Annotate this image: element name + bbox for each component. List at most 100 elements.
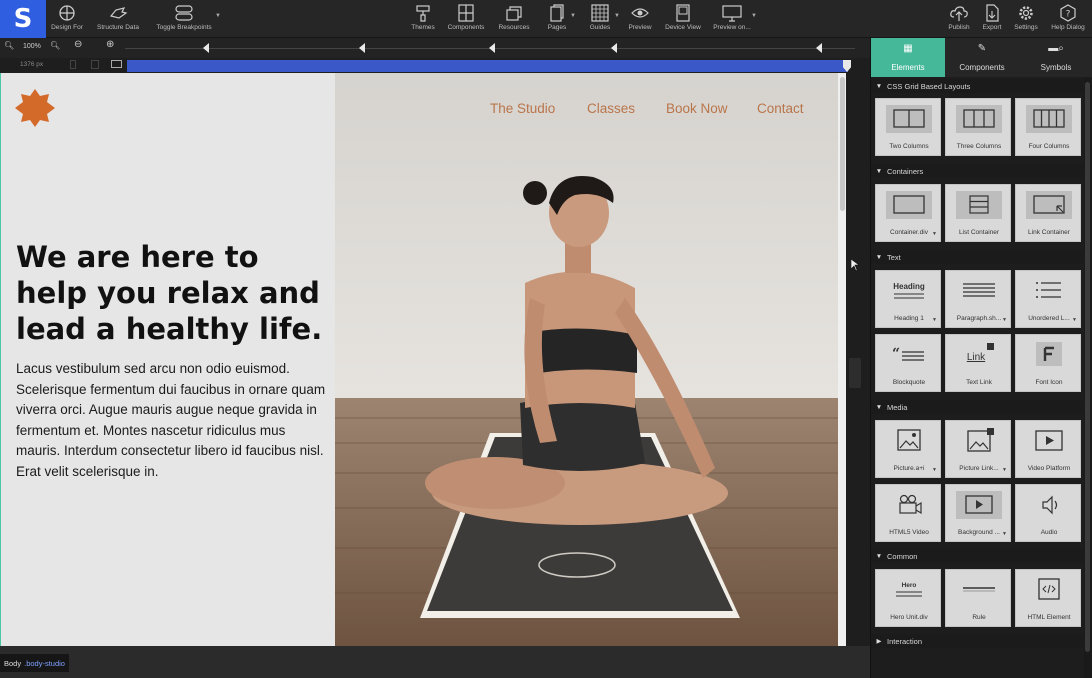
element-picture-link[interactable]: Picture Link... ▼: [945, 420, 1011, 478]
two-columns-icon: [884, 104, 934, 134]
hero-left-column[interactable]: We are here to help you relax and lead a…: [1, 73, 335, 646]
element-link-container[interactable]: Link Container: [1015, 184, 1081, 242]
breakpoint-marker[interactable]: [816, 43, 822, 53]
toggle-icon: [172, 2, 196, 24]
element-unordered-list[interactable]: Unordered L... ▼: [1015, 270, 1081, 328]
nav-link-the-studio[interactable]: The Studio: [490, 101, 555, 116]
collapse-arrow-icon: ▼: [875, 403, 883, 411]
breakpoint-marker[interactable]: [611, 43, 617, 53]
video-camera-icon: [884, 490, 934, 520]
guides-button[interactable]: Guides: [586, 2, 614, 36]
section-interaction[interactable]: ▶ Interaction: [871, 634, 1083, 648]
preview-on-button[interactable]: Preview on...: [710, 2, 754, 36]
help-dialog-button[interactable]: ? Help Dialog: [1048, 2, 1088, 36]
breakpoint-marker[interactable]: [203, 43, 209, 53]
speaker-icon: [1024, 490, 1074, 520]
element-font-icon[interactable]: Font Icon: [1015, 334, 1081, 392]
zoom-magnify-icon[interactable]: 🔍︎: [4, 41, 14, 50]
cloud-upload-icon: [947, 2, 971, 24]
nav-link-book-now[interactable]: Book Now: [666, 101, 728, 116]
element-hero-unit[interactable]: Hero Hero Unit.div: [875, 569, 941, 627]
code-icon: [1024, 575, 1074, 605]
section-containers[interactable]: ▼ Containers: [871, 164, 1083, 178]
hero-image[interactable]: The Studio Classes Book Now Contact: [335, 73, 838, 646]
list-container-icon: [954, 190, 1004, 220]
section-css-grid[interactable]: ▼ CSS Grid Based Layouts: [871, 79, 1083, 93]
tile-dropdown-icon[interactable]: ▼: [932, 317, 937, 323]
collapse-arrow-icon: ▼: [875, 167, 883, 175]
zoom-level: 100%: [23, 43, 41, 50]
element-video-platform[interactable]: Video Platform: [1015, 420, 1081, 478]
tab-elements[interactable]: ▦ Elements: [871, 38, 945, 77]
brand-logo-icon[interactable]: [15, 89, 55, 127]
element-container-div[interactable]: Container.div ▼: [875, 184, 941, 242]
breakpoint-marker[interactable]: [489, 43, 495, 53]
hero-heading[interactable]: We are here to help you relax and lead a…: [16, 239, 328, 347]
section-text[interactable]: ▼ Text: [871, 250, 1083, 264]
resources-button[interactable]: Resources: [496, 2, 532, 36]
font-icon-icon: [1024, 340, 1074, 370]
publish-button[interactable]: Publish: [946, 2, 972, 36]
desktop-icon[interactable]: [111, 60, 122, 68]
section-media[interactable]: ▼ Media: [871, 400, 1083, 414]
toggle-breakpoints-button[interactable]: Toggle Breakpoints: [154, 2, 214, 36]
tile-dropdown-icon[interactable]: ▼: [1002, 317, 1007, 323]
components-button[interactable]: Components: [446, 2, 486, 36]
element-blockquote[interactable]: “ Blockquote: [875, 334, 941, 392]
element-rule[interactable]: Rule: [945, 569, 1011, 627]
design-for-button[interactable]: Design For: [48, 2, 86, 36]
element-breadcrumb[interactable]: Body .body-studio: [0, 654, 69, 672]
tile-dropdown-icon[interactable]: ▼: [932, 231, 937, 237]
breakpoint-marker[interactable]: [359, 43, 365, 53]
tile-dropdown-icon[interactable]: ▼: [932, 467, 937, 473]
tile-dropdown-icon[interactable]: ▼: [1002, 531, 1007, 537]
panel-scroll-thumb[interactable]: [1085, 82, 1090, 652]
hero-paragraph[interactable]: Lacus vestibulum sed arcu non odio euism…: [16, 359, 328, 482]
element-two-columns[interactable]: Two Columns: [875, 98, 941, 156]
themes-button[interactable]: Themes: [410, 2, 436, 36]
panel-resize-grip[interactable]: [849, 358, 861, 388]
canvas-width-indicator[interactable]: [127, 60, 848, 72]
element-list-container[interactable]: List Container: [945, 184, 1011, 242]
element-text-link[interactable]: Link Text Link: [945, 334, 1011, 392]
design-canvas[interactable]: We are here to help you relax and lead a…: [0, 73, 846, 646]
element-html-element[interactable]: HTML Element: [1015, 569, 1081, 627]
zoom-search-icon[interactable]: 🔍︎: [50, 41, 60, 50]
structure-data-button[interactable]: Structure Data: [94, 2, 142, 36]
tile-dropdown-icon[interactable]: ▼: [1072, 317, 1077, 323]
stack-icon: [502, 2, 526, 24]
canvas-scroll-thumb[interactable]: [840, 77, 845, 211]
guides-dropdown-icon[interactable]: ▼: [614, 13, 620, 19]
heading-icon: Heading: [884, 276, 934, 306]
element-html5-video[interactable]: HTML5 Video: [875, 484, 941, 542]
preview-button[interactable]: Preview: [626, 2, 654, 36]
zoom-in-icon[interactable]: ⊕: [106, 39, 114, 50]
element-paragraph[interactable]: Paragraph.sh... ▼: [945, 270, 1011, 328]
nav-link-contact[interactable]: Contact: [757, 101, 804, 116]
element-background-video[interactable]: Background ... ▼: [945, 484, 1011, 542]
tab-symbols[interactable]: ▬⌕ Symbols: [1019, 38, 1092, 77]
tab-components[interactable]: ✎ Components: [945, 38, 1019, 77]
zoom-out-icon[interactable]: ⊖: [74, 39, 82, 50]
settings-button[interactable]: Settings: [1012, 2, 1040, 36]
element-three-columns[interactable]: Three Columns: [945, 98, 1011, 156]
help-icon: ?: [1056, 2, 1080, 24]
export-button[interactable]: Export: [980, 2, 1004, 36]
tablet-icon[interactable]: [91, 60, 99, 69]
pages-button[interactable]: Pages: [544, 2, 570, 36]
pages-dropdown-icon[interactable]: ▼: [570, 13, 576, 19]
section-common[interactable]: ▼ Common: [871, 549, 1083, 563]
element-heading-1[interactable]: Heading Heading 1 ▼: [875, 270, 941, 328]
breakpoints-dropdown-icon[interactable]: ▼: [215, 13, 221, 19]
device-view-button[interactable]: Device View: [662, 2, 704, 36]
preview-on-dropdown-icon[interactable]: ▼: [751, 13, 757, 19]
element-four-columns[interactable]: Four Columns: [1015, 98, 1081, 156]
element-audio[interactable]: Audio: [1015, 484, 1081, 542]
tile-dropdown-icon[interactable]: ▼: [1002, 467, 1007, 473]
gear-icon: [1014, 2, 1038, 24]
status-bar: Body .body-studio: [0, 646, 870, 678]
phone-icon[interactable]: [70, 60, 76, 69]
app-logo[interactable]: S: [0, 0, 46, 38]
element-picture[interactable]: Picture.a+i ▼: [875, 420, 941, 478]
nav-link-classes[interactable]: Classes: [587, 101, 635, 116]
